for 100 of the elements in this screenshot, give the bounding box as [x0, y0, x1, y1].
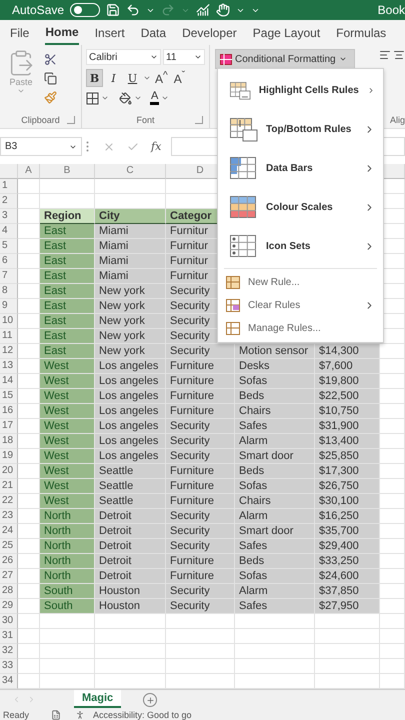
grid-cell[interactable]	[95, 674, 166, 689]
grid-cell[interactable]	[18, 179, 40, 194]
grid-cell[interactable]	[18, 494, 40, 509]
cut-icon[interactable]	[44, 53, 57, 66]
chart-icon[interactable]	[196, 3, 210, 17]
grid-cell[interactable]	[18, 554, 40, 569]
undo-icon[interactable]	[126, 3, 140, 17]
format-button[interactable]: U	[124, 69, 141, 87]
format-button[interactable]: I	[105, 69, 122, 87]
menu-item[interactable]: Top/Bottom Rules	[218, 110, 383, 149]
grid-cell[interactable]	[18, 449, 40, 464]
accessibility-status[interactable]: Accessibility: Good to go	[93, 710, 192, 720]
grid-cell[interactable]	[40, 674, 95, 689]
redo-icon[interactable]	[161, 3, 176, 17]
cancel-icon[interactable]	[103, 140, 115, 152]
previous-sheet-icon[interactable]	[12, 694, 21, 704]
grid-cell[interactable]	[18, 419, 40, 434]
caret-icon[interactable]	[150, 53, 158, 61]
grid-cell[interactable]	[18, 254, 40, 269]
accessibility-icon[interactable]	[75, 710, 86, 720]
grid-cell[interactable]	[380, 374, 405, 389]
grid-cell[interactable]	[18, 329, 40, 344]
font-color-button[interactable]: A	[150, 91, 160, 105]
fill-color-icon[interactable]	[119, 92, 132, 104]
grid-cell[interactable]	[315, 674, 380, 689]
copy-icon[interactable]	[44, 72, 57, 85]
autosave-toggle[interactable]	[70, 3, 100, 17]
grid-cell[interactable]	[18, 464, 40, 479]
insert-function-button[interactable]: fx	[151, 140, 162, 153]
grid-cell[interactable]	[18, 344, 40, 359]
launcher-icon[interactable]	[67, 116, 75, 124]
grid-cell[interactable]	[18, 404, 40, 419]
grid-cell[interactable]	[235, 644, 315, 659]
save-icon[interactable]	[106, 3, 120, 17]
next-sheet-icon[interactable]	[27, 694, 36, 704]
grid-cell[interactable]	[380, 434, 405, 449]
sheet-tab[interactable]: Magic	[74, 690, 122, 708]
grid-cell[interactable]	[380, 674, 405, 689]
grid-cell[interactable]	[18, 299, 40, 314]
grid-cell[interactable]	[380, 449, 405, 464]
font-size-field[interactable]: 11	[163, 49, 205, 65]
font-size-button[interactable]: A$^{ˇ}$	[172, 70, 188, 86]
menu-item[interactable]: Highlight Cells Rules	[218, 71, 383, 110]
grid-cell[interactable]	[235, 674, 315, 689]
borders-icon[interactable]	[86, 92, 99, 104]
ribbon-tab[interactable]: Formulas	[336, 20, 386, 45]
grid-cell[interactable]	[95, 194, 166, 209]
grid-cell[interactable]	[18, 674, 40, 689]
grid-cell[interactable]	[40, 629, 95, 644]
grid-cell[interactable]	[95, 179, 166, 194]
grid-cell[interactable]	[315, 659, 380, 674]
grid-cell[interactable]	[380, 524, 405, 539]
grid-cell[interactable]	[18, 599, 40, 614]
column-header[interactable]: C	[95, 164, 166, 179]
drag-handle-icon[interactable]	[86, 141, 89, 152]
grid-cell[interactable]	[18, 644, 40, 659]
grid-cell[interactable]	[40, 659, 95, 674]
grid-cell[interactable]	[18, 584, 40, 599]
grid-cell[interactable]	[166, 614, 235, 629]
grid-cell[interactable]	[18, 209, 40, 224]
grid-cell[interactable]	[380, 359, 405, 374]
column-header[interactable]: B	[40, 164, 95, 179]
grid-cell[interactable]	[380, 389, 405, 404]
ribbon-tab[interactable]: Page Layout	[252, 20, 320, 45]
grid-cell[interactable]	[40, 194, 95, 209]
grid-cell[interactable]	[18, 224, 40, 239]
add-sheet-button[interactable]	[143, 693, 158, 707]
grid-cell[interactable]	[18, 569, 40, 584]
grid-cell[interactable]	[18, 359, 40, 374]
grid-cell[interactable]	[380, 344, 405, 359]
grid-cell[interactable]	[18, 314, 40, 329]
grid-cell[interactable]	[18, 284, 40, 299]
conditional-formatting-button[interactable]: Conditional Formatting	[215, 49, 355, 69]
grid-cell[interactable]	[166, 674, 235, 689]
grid-cell[interactable]	[380, 584, 405, 599]
grid-cell[interactable]	[315, 629, 380, 644]
sheet-icon[interactable]	[51, 710, 62, 720]
grid-cell[interactable]	[380, 509, 405, 524]
grid-cell[interactable]	[95, 614, 166, 629]
grid-cell[interactable]	[18, 194, 40, 209]
grid-cell[interactable]	[18, 374, 40, 389]
align-icon[interactable]	[393, 49, 405, 61]
ribbon-tab[interactable]: File	[10, 20, 30, 45]
grid-cell[interactable]	[235, 659, 315, 674]
grid-cell[interactable]	[166, 659, 235, 674]
grid-cell[interactable]	[380, 419, 405, 434]
grid-cell[interactable]	[380, 554, 405, 569]
grid-cell[interactable]	[380, 539, 405, 554]
format-painter-icon[interactable]	[44, 91, 57, 104]
column-header[interactable]: A	[18, 164, 40, 179]
grid-cell[interactable]	[95, 644, 166, 659]
grid-cell[interactable]	[235, 629, 315, 644]
ribbon-tab[interactable]: Insert	[94, 20, 125, 45]
touch-icon[interactable]	[216, 3, 230, 17]
grid-cell[interactable]	[18, 614, 40, 629]
grid-cell[interactable]	[18, 269, 40, 284]
grid-cell[interactable]	[380, 404, 405, 419]
grid-cell[interactable]	[40, 179, 95, 194]
name-box[interactable]: B3	[0, 137, 82, 156]
grid-cell[interactable]	[380, 629, 405, 644]
